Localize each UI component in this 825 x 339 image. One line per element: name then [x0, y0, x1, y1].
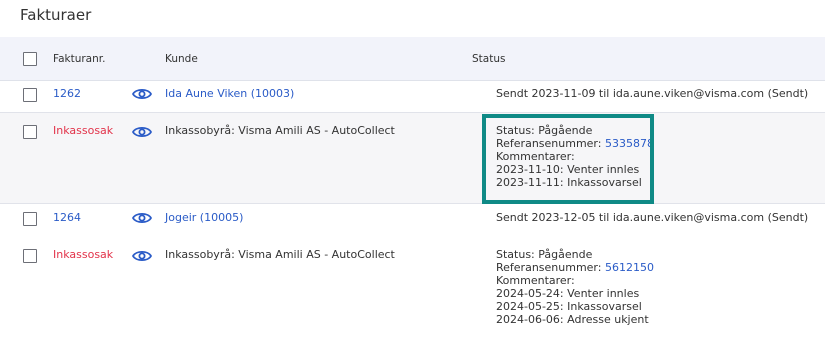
reference-label: Referansenummer: — [496, 261, 605, 274]
comments-label: Kommentarer: — [496, 274, 575, 287]
highlight-box — [482, 114, 654, 204]
row-checkbox[interactable] — [23, 125, 37, 139]
collection-case-label: Inkassosak — [53, 248, 114, 261]
select-all-checkbox[interactable] — [23, 52, 37, 66]
table-row: 1264 Jogeir (10005) Sendt 2023-12-05 til… — [0, 203, 825, 237]
status-line: Status: Pågående — [496, 248, 593, 261]
eye-icon[interactable] — [132, 87, 152, 101]
row-checkbox[interactable] — [23, 249, 37, 263]
row-checkbox[interactable] — [23, 88, 37, 102]
column-header-customer[interactable]: Kunde — [165, 53, 198, 65]
eye-icon[interactable] — [132, 125, 152, 139]
table-row: Inkassosak Inkassobyrå: Visma Amili AS -… — [0, 112, 825, 204]
comment-line: 2024-06-06: Adresse ukjent — [496, 313, 649, 326]
table-header: Fakturanr. Kunde Status — [0, 37, 825, 81]
status-text: Sendt 2023-11-09 til ida.aune.viken@vism… — [496, 87, 809, 100]
customer-link[interactable]: Jogeir (10005) — [165, 211, 243, 224]
table-row: Inkassosak Inkassobyrå: Visma Amili AS -… — [0, 236, 825, 339]
comment-line: 2024-05-25: Inkassovarsel — [496, 300, 642, 313]
collection-case-label: Inkassosak — [53, 124, 114, 137]
table-row: 1262 Ida Aune Viken (10003) Sendt 2023-1… — [0, 81, 825, 112]
customer-link[interactable]: Ida Aune Viken (10003) — [165, 87, 294, 100]
collection-agency-text: Inkassobyrå: Visma Amili AS - AutoCollec… — [165, 124, 395, 137]
eye-icon[interactable] — [132, 211, 152, 225]
column-header-status[interactable]: Status — [472, 53, 505, 65]
eye-icon[interactable] — [132, 249, 152, 263]
page-title: Fakturaer — [20, 6, 92, 24]
reference-line: Referansenummer: 5612150 — [496, 261, 654, 274]
comment-line: 2024-05-24: Venter innles — [496, 287, 640, 300]
invoice-number-link[interactable]: 1264 — [53, 211, 81, 224]
status-text: Sendt 2023-12-05 til ida.aune.viken@vism… — [496, 211, 809, 224]
column-header-number[interactable]: Fakturanr. — [53, 53, 105, 65]
collection-status-block: Status: Pågående Referansenummer: 561215… — [496, 248, 654, 326]
collection-agency-text: Inkassobyrå: Visma Amili AS - AutoCollec… — [165, 248, 395, 261]
reference-number-link[interactable]: 5612150 — [605, 261, 654, 274]
invoice-number-link[interactable]: 1262 — [53, 87, 81, 100]
row-checkbox[interactable] — [23, 212, 37, 226]
